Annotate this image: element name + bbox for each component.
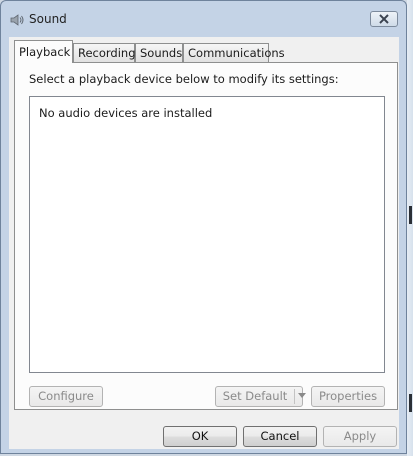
configure-button-label: Configure	[38, 389, 94, 403]
background-window-edge	[407, 0, 413, 456]
tab-recording[interactable]: Recording	[73, 43, 136, 62]
tab-label: Sounds	[140, 46, 183, 60]
ok-button[interactable]: OK	[163, 426, 237, 447]
tab-sounds[interactable]: Sounds	[135, 43, 183, 62]
sound-dialog: Sound Playback Recording Sounds Communic…	[0, 0, 407, 454]
split-separator	[294, 389, 295, 404]
device-list[interactable]: No audio devices are installed	[29, 96, 385, 373]
properties-button-label: Properties	[318, 389, 378, 403]
chevron-down-icon	[298, 393, 306, 398]
set-default-button-label: Set Default	[222, 389, 288, 403]
speaker-icon	[9, 12, 25, 28]
dialog-body: Playback Recording Sounds Communications…	[9, 37, 399, 449]
configure-button[interactable]: Configure	[29, 386, 103, 407]
ok-button-label: OK	[191, 429, 209, 443]
close-button[interactable]	[370, 11, 398, 27]
background-mark	[409, 394, 412, 412]
apply-button-label: Apply	[343, 429, 377, 443]
close-icon	[379, 14, 389, 24]
properties-button[interactable]: Properties	[311, 386, 385, 407]
playback-prompt: Select a playback device below to modify…	[29, 72, 339, 86]
background-mark	[409, 206, 412, 224]
empty-device-message: No audio devices are installed	[39, 106, 213, 120]
window-title: Sound	[29, 12, 67, 26]
tab-label: Communications	[188, 46, 285, 60]
title-bar[interactable]: Sound	[1, 1, 406, 37]
apply-button[interactable]: Apply	[323, 426, 397, 447]
cancel-button[interactable]: Cancel	[243, 426, 317, 447]
set-default-button[interactable]: Set Default	[215, 386, 306, 407]
cancel-button-label: Cancel	[260, 429, 300, 443]
tab-communications[interactable]: Communications	[183, 43, 285, 62]
tab-playback[interactable]: Playback	[14, 40, 73, 63]
playback-panel: Select a playback device below to modify…	[14, 62, 398, 410]
tab-label: Playback	[19, 45, 71, 59]
tab-label: Recording	[78, 46, 136, 60]
